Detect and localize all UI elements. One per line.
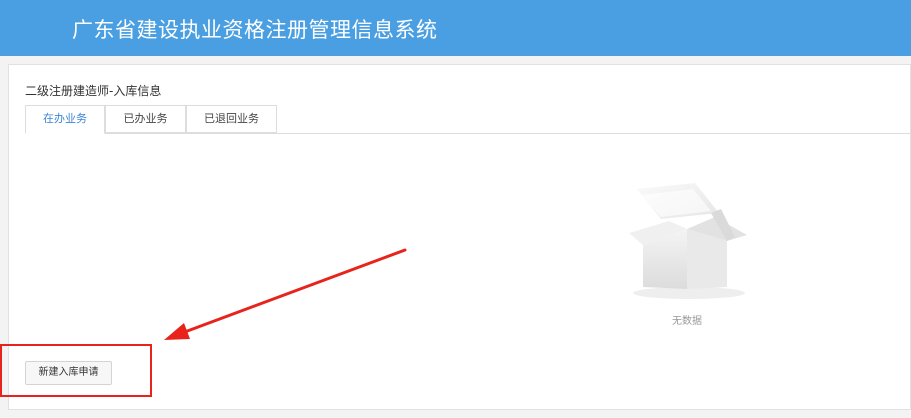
section-title: 二级注册建造师-入库信息	[25, 84, 162, 98]
annotation-highlight-box	[0, 344, 152, 397]
tab-bar: 在办业务 已办业务 已退回业务	[25, 105, 911, 134]
empty-state-text: 无数据	[672, 316, 702, 327]
app-header: 广东省建设执业资格注册管理信息系统	[0, 0, 911, 56]
app-title: 广东省建设执业资格注册管理信息系统	[72, 18, 438, 42]
tab-completed[interactable]: 已办业务	[105, 105, 186, 133]
tab-returned[interactable]: 已退回业务	[186, 105, 277, 133]
tab-in-progress[interactable]: 在办业务	[25, 105, 105, 134]
empty-box-icon	[607, 175, 767, 335]
